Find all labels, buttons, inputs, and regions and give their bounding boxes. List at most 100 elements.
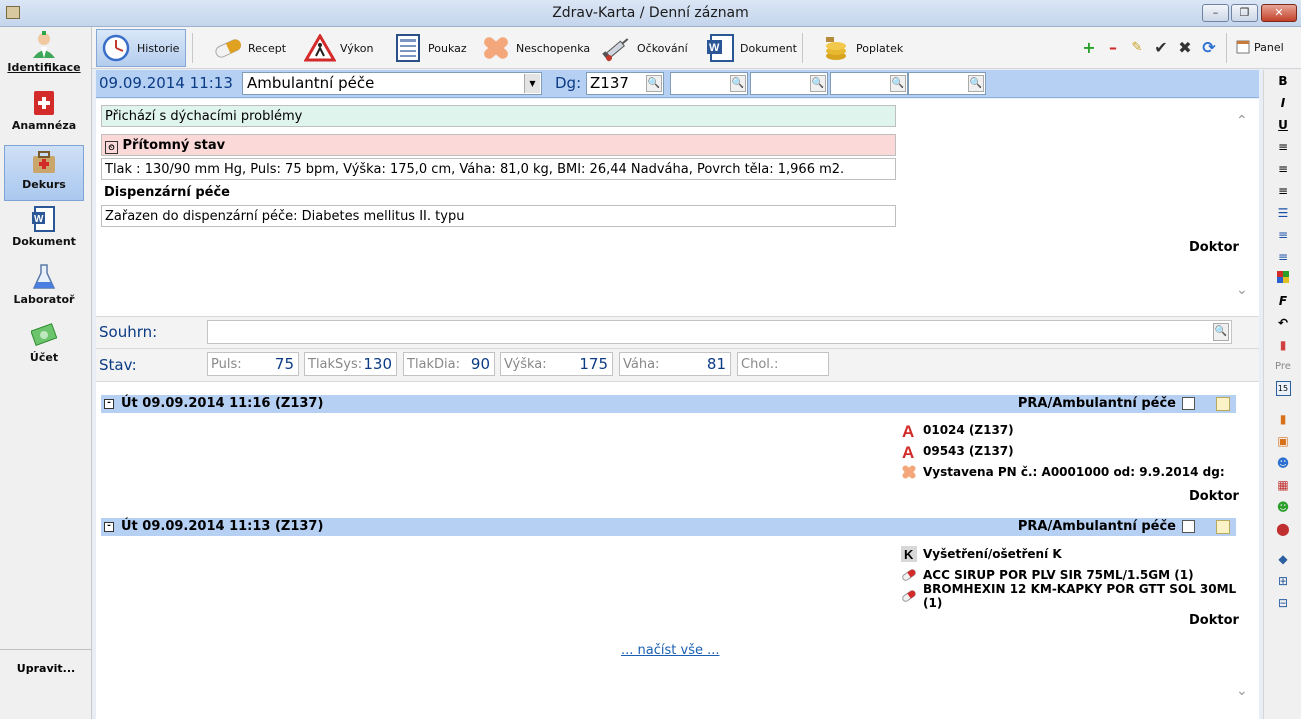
vykon-button[interactable]: Výkon [300, 29, 377, 67]
minimize-button[interactable]: – [1202, 4, 1229, 22]
history-item[interactable]: A 09543 (Z137) [901, 441, 1014, 461]
summary-input[interactable]: 🔍 [207, 320, 1232, 344]
pencil-icon[interactable]: ✎ [1128, 39, 1146, 57]
dg-field-2[interactable]: 🔍 [670, 72, 748, 95]
bandage-icon [902, 465, 916, 479]
history-item[interactable]: K Vyšetření/ošetření K [901, 544, 1062, 564]
complaint-field[interactable]: Přichází s dýchacími problémy [101, 105, 896, 127]
historie-button[interactable]: Historie [96, 29, 186, 67]
sidebar-item-anamneza[interactable]: Anamnéza [4, 87, 84, 143]
close-button[interactable]: ✕ [1261, 4, 1297, 22]
toolbar-separator [1226, 33, 1227, 63]
pre-button[interactable]: Pre [1270, 358, 1296, 376]
history-item[interactable]: A 01024 (Z137) [901, 420, 1014, 440]
refresh-icon[interactable]: ⟳ [1200, 39, 1218, 57]
load-all-link[interactable]: ... načíst vše ... [621, 643, 720, 658]
sidebar-item-identifikace[interactable]: Identifikace [4, 29, 84, 85]
scroll-down-icon[interactable]: ⌄ [1236, 282, 1248, 298]
confirm-icon[interactable]: ✔ [1152, 39, 1170, 57]
navigate-icon[interactable]: ◆ [1270, 550, 1296, 568]
maximize-button[interactable]: ❐ [1231, 4, 1258, 22]
lookup-icon[interactable]: 🔍 [890, 75, 906, 92]
chevron-down-icon[interactable]: ▼ [524, 74, 540, 93]
align-right-icon[interactable]: ≡ [1270, 182, 1296, 200]
lookup-icon[interactable]: 🔍 [810, 75, 826, 92]
record-datetime[interactable]: 09.09.2014 11:13 [99, 74, 233, 92]
care-type-select[interactable]: Ambulantní péče ▼ [242, 72, 542, 95]
disp-text[interactable]: Zařazen do dispenzární péče: Diabetes me… [101, 205, 896, 227]
panel-button[interactable]: Panel [1232, 36, 1288, 58]
red-circle-icon[interactable]: ⬤ [1270, 520, 1296, 538]
calendar-grid-icon[interactable]: ▦ [1270, 476, 1296, 494]
lookup-icon[interactable]: 🔍 [1213, 323, 1229, 341]
flask-icon [32, 264, 56, 289]
edit-icon[interactable] [1216, 397, 1230, 411]
history-item-text: 09543 (Z137) [923, 444, 1014, 458]
add-icon[interactable]: + [1080, 39, 1098, 57]
history-item[interactable]: BROMHEXIN 12 KM-KAPKY POR GTT SOL 30ML (… [901, 582, 1259, 610]
card-icon[interactable]: ▣ [1270, 432, 1296, 450]
history-record-header[interactable]: - Út 09.09.2014 11:16 (Z137) PRA/Ambulan… [101, 395, 1236, 413]
align-center-icon[interactable]: ≡ [1270, 160, 1296, 178]
poukaz-label: Poukaz [428, 41, 467, 55]
underline-button[interactable]: U [1270, 116, 1296, 134]
history-item[interactable]: Vystavena PN č.: A0001000 od: 9.9.2014 d… [901, 462, 1225, 482]
pulse-field[interactable]: Puls: 75 [207, 352, 299, 376]
sidebar-item-ucet[interactable]: Účet [4, 319, 84, 375]
poukaz-button[interactable]: Poukaz [388, 29, 471, 67]
dg-field-5[interactable]: 🔍 [908, 72, 986, 95]
expand-all-icon[interactable]: ⊞ [1270, 572, 1296, 590]
ockovani-button[interactable]: Očkování [597, 29, 692, 67]
vyska-field[interactable]: Výška: 175 [500, 352, 613, 376]
vaha-field[interactable]: Váha: 81 [619, 352, 731, 376]
history-checkbox[interactable] [1182, 520, 1195, 533]
scroll-down-icon[interactable]: ⌄ [1236, 683, 1248, 699]
sidebar-item-dokument[interactable]: W Dokument [4, 203, 84, 259]
collapse-all-icon[interactable]: ⊟ [1270, 594, 1296, 612]
dg-field-4[interactable]: 🔍 [830, 72, 908, 95]
cancel-icon[interactable]: ✖ [1176, 39, 1194, 57]
sidebar-item-dekurs[interactable]: Dekurs [4, 145, 84, 201]
calendar-icon[interactable]: 15 [1270, 378, 1296, 396]
chol-field[interactable]: Chol.: [737, 352, 829, 376]
neschopenka-label: Neschopenka [516, 41, 591, 55]
lookup-icon[interactable]: 🔍 [730, 75, 746, 92]
scroll-up-icon[interactable]: ⌃ [1236, 113, 1248, 129]
font-button[interactable]: F [1270, 292, 1296, 310]
sidebar-item-label: Anamnéza [11, 119, 77, 132]
undo-icon[interactable]: ↶ [1270, 314, 1296, 332]
dg-field-3[interactable]: 🔍 [750, 72, 828, 95]
user-green-icon[interactable]: ☻ [1270, 498, 1296, 516]
remove-icon[interactable]: – [1104, 39, 1122, 57]
dokument-toolbar-button[interactable]: W Dokument [700, 29, 801, 67]
tlaksys-field[interactable]: TlakSys: 130 [304, 352, 397, 376]
color-palette-icon[interactable] [1270, 270, 1296, 288]
lookup-icon[interactable]: 🔍 [646, 75, 662, 92]
italic-button[interactable]: I [1270, 94, 1296, 112]
dg-field-1[interactable]: Z137 🔍 [586, 72, 664, 95]
person-icon[interactable]: ☻ [1270, 454, 1296, 472]
collapse-icon[interactable]: - [104, 399, 114, 409]
sidebar-item-laborator[interactable]: Laboratoř [4, 261, 84, 317]
svg-text:K: K [904, 547, 914, 562]
history-record-header[interactable]: - Út 09.09.2014 11:13 (Z137) PRA/Ambulan… [101, 518, 1236, 536]
align-left-icon[interactable]: ≡ [1270, 138, 1296, 156]
poplatek-button[interactable]: Poplatek [816, 29, 907, 67]
history-checkbox[interactable] [1182, 397, 1195, 410]
outdent-icon[interactable]: ≡ [1270, 248, 1296, 266]
edit-icon[interactable] [1216, 520, 1230, 534]
tlakdia-field[interactable]: TlakDia: 90 [403, 352, 495, 376]
status-text[interactable]: Tlak : 130/90 mm Hg, Puls: 75 bpm, Výška… [101, 158, 896, 180]
bullet-list-icon[interactable]: ☰ [1270, 204, 1296, 222]
neschopenka-button[interactable]: Neschopenka [476, 29, 594, 67]
svg-text:A: A [902, 422, 914, 438]
record-content: Přichází s dýchacími problémy ⏲ Přítomný… [96, 99, 1259, 719]
indent-icon[interactable]: ≡ [1270, 226, 1296, 244]
eraser-icon[interactable]: ▮ [1270, 336, 1296, 354]
lookup-icon[interactable]: 🔍 [968, 75, 984, 92]
upravit-button[interactable]: Upravit... [0, 649, 92, 675]
collapse-icon[interactable]: - [104, 522, 114, 532]
bottle-icon[interactable]: ▮ [1270, 410, 1296, 428]
recept-button[interactable]: Recept [208, 29, 290, 67]
bold-button[interactable]: B [1270, 72, 1296, 90]
